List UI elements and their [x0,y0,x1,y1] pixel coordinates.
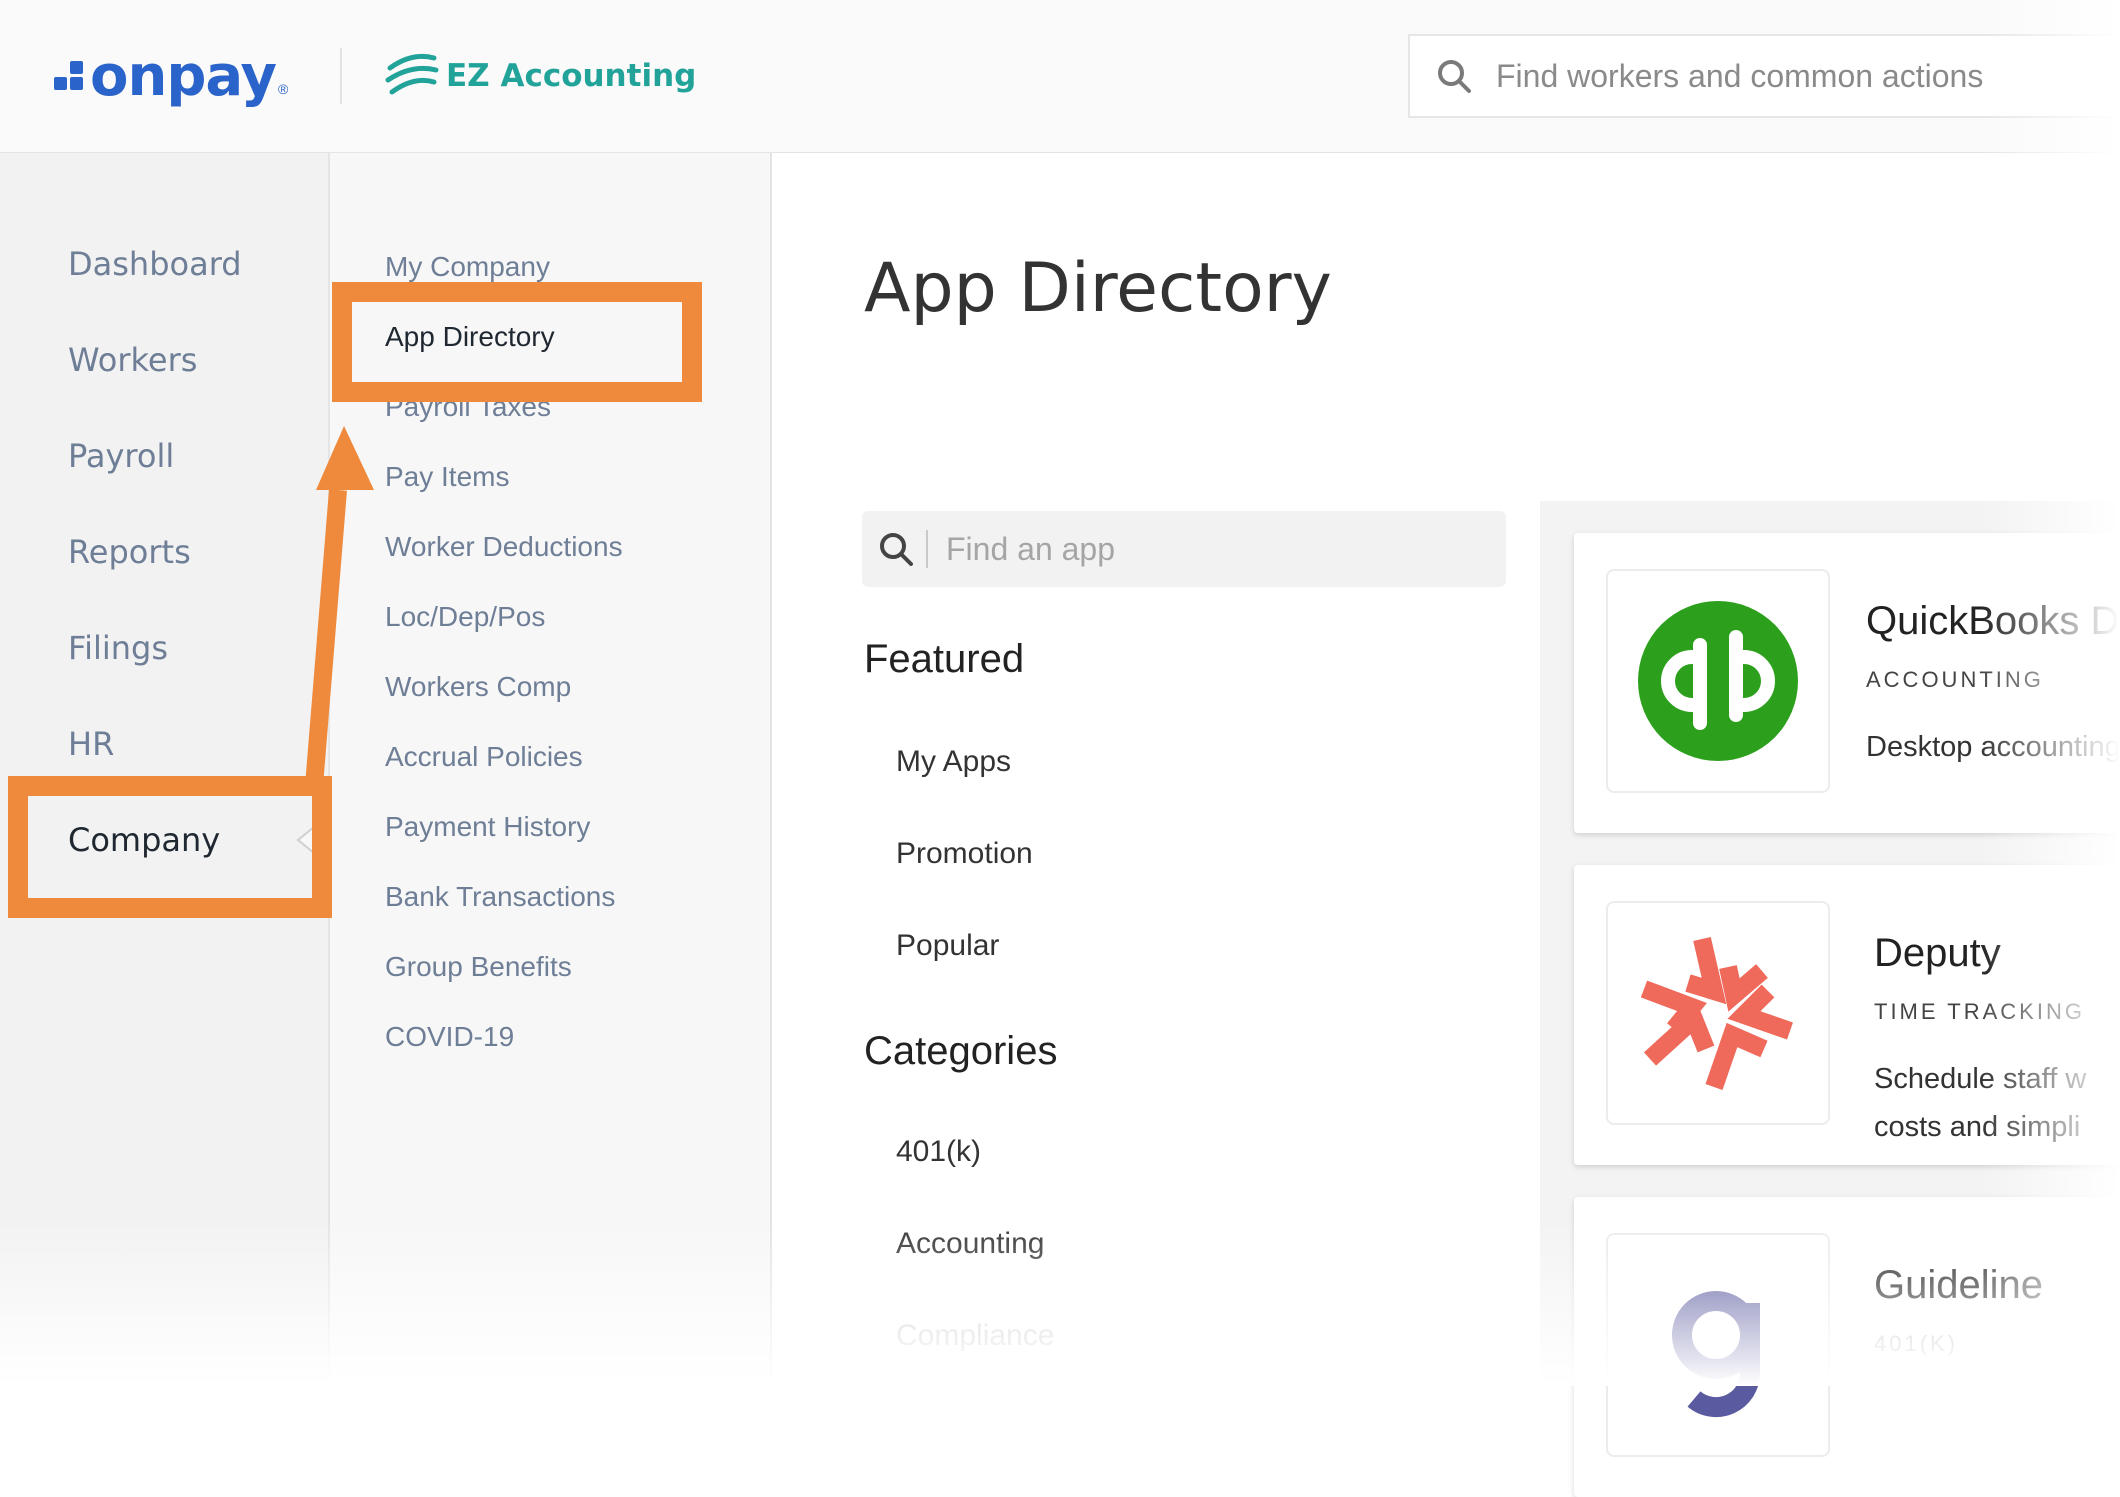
app-name: Deputy [1874,931,2001,975]
subnav-bank-transactions[interactable]: Bank Transactions [385,881,615,913]
nav-hr[interactable]: HR [68,725,114,763]
registered-mark: ® [278,81,289,97]
app-description: Schedule staff w costs and simpli [1874,1063,2087,1143]
category-accounting[interactable]: Accounting [896,1227,1044,1261]
app-name: QuickBooks D [1866,599,2120,643]
search-icon [880,533,913,566]
highlight-app-directory [332,282,702,402]
subnav-worker-deductions[interactable]: Worker Deductions [385,531,623,563]
search-divider [926,530,928,568]
subnav-my-company[interactable]: My Company [385,251,550,283]
app-name: Guideline [1874,1263,2044,1307]
top-header: onpay ® EZ Accounting [0,0,2120,153]
quickbooks-logo [1606,569,1830,793]
ez-accounting-swoosh-icon [385,53,439,95]
subnav-pay-items[interactable]: Pay Items [385,461,509,493]
primary-sidebar: Dashboard Workers Payroll Reports Filing… [0,153,330,1386]
global-search-box[interactable] [1408,34,2120,118]
app-description: Desktop accounting [1866,731,2120,763]
onpay-logo[interactable]: onpay ® [54,43,294,109]
nav-reports[interactable]: Reports [68,533,191,571]
subnav-group-benefits[interactable]: Group Benefits [385,951,572,983]
deputy-icon [1640,936,1793,1090]
subnav-covid-19[interactable]: COVID-19 [385,1021,514,1053]
highlight-company [8,776,332,918]
app-card-guideline[interactable]: Guideline 401(K) [1574,1197,2120,1497]
app-card-deputy[interactable]: Deputy TIME TRACKING Schedule staff w co… [1574,865,2120,1165]
ez-accounting-logo: EZ Accounting [384,46,696,106]
category-compliance[interactable]: Compliance [896,1319,1054,1353]
app-category: TIME TRACKING [1874,999,2085,1024]
header-divider [340,48,342,104]
guideline-logo [1606,1233,1830,1457]
subnav-loc-dep-pos[interactable]: Loc/Dep/Pos [385,601,545,633]
category-401k[interactable]: 401(k) [896,1135,981,1169]
featured-heading: Featured [864,637,1025,681]
filter-promotion[interactable]: Promotion [896,837,1033,871]
onpay-logo-mark-icon [54,61,84,91]
quickbooks-icon [1638,601,1798,761]
subnav-payment-history[interactable]: Payment History [385,811,590,843]
deputy-logo [1606,901,1830,1125]
app-card-quickbooks[interactable]: QuickBooks D ACCOUNTING Desktop accounti… [1574,533,2120,833]
nav-filings[interactable]: Filings [68,629,168,667]
arrow-up-icon [305,426,374,787]
nav-workers[interactable]: Workers [68,341,197,379]
onpay-logo-text: onpay [90,43,277,109]
app-category: ACCOUNTING [1866,667,2044,692]
app-category: 401(K) [1874,1331,1959,1356]
main-content: App Directory Featured My Apps Promotion… [772,153,2120,1497]
subnav-workers-comp[interactable]: Workers Comp [385,671,571,703]
nav-payroll[interactable]: Payroll [68,437,174,475]
nav-dashboard[interactable]: Dashboard [68,245,242,283]
filter-my-apps[interactable]: My Apps [896,745,1011,779]
app-search-input[interactable] [944,529,1448,569]
global-search-input[interactable] [1494,56,2118,96]
ez-accounting-text: EZ Accounting [446,58,697,94]
filter-popular[interactable]: Popular [896,929,999,963]
categories-heading: Categories [864,1029,1058,1073]
search-icon [1438,60,1471,93]
subnav-accrual-policies[interactable]: Accrual Policies [385,741,583,773]
guideline-icon [1672,1291,1761,1418]
page-title: App Directory [864,249,1332,328]
app-search-box[interactable] [862,511,1506,587]
